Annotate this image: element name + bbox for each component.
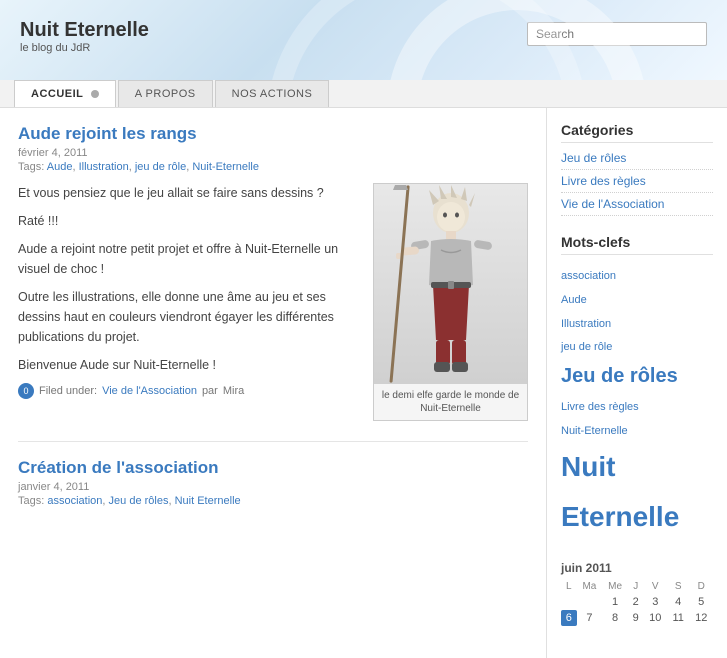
cal-header-v: V [644, 579, 668, 594]
nav-tab-accueil-label: ACCUEIL [31, 88, 83, 100]
post-1-para-2: Raté !!! [18, 211, 359, 231]
nav-tab-nosactions[interactable]: NOS ACTIONS [215, 80, 330, 107]
tag-cloud-jeu-de-role[interactable]: jeu de rôle [561, 341, 612, 353]
post-2-date: janvier 4, 2011 [18, 481, 528, 493]
tag-nuit-eternelle[interactable]: Nuit-Eternelle [192, 161, 259, 173]
post-2-tags: Tags: association, Jeu de rôles, Nuit Et… [18, 495, 528, 507]
cal-cell-4: 4 [667, 594, 689, 610]
cal-header-me: Me [602, 579, 628, 594]
post-1-content: Et vous pensiez que le jeu allait se fai… [18, 183, 528, 421]
tags-cloud: association Aude Illustration jeu de rôl… [561, 263, 713, 543]
post-divider [18, 441, 528, 442]
post-2: Création de l'association janvier 4, 201… [18, 458, 528, 507]
search-input[interactable] [527, 22, 707, 46]
cal-cell-3: 3 [644, 594, 668, 610]
cal-header-s: S [667, 579, 689, 594]
site-title: Nuit Eternelle [20, 18, 149, 42]
tag2-nuit[interactable]: Nuit Eternelle [175, 495, 241, 507]
categories-title: Catégories [561, 122, 713, 143]
post-1-para-5: Bienvenue Aude sur Nuit-Eternelle ! [18, 355, 359, 375]
calendar-month: juin 2011 [561, 561, 713, 579]
site-branding: Nuit Eternelle le blog du JdR [20, 18, 149, 54]
category-vie-association[interactable]: Vie de l'Association [561, 197, 713, 216]
nav-tab-accueil[interactable]: ACCUEIL [14, 80, 116, 107]
sidebar-tags: Mots-clefs association Aude Illustration… [561, 234, 713, 543]
filed-category[interactable]: Vie de l'Association [102, 385, 197, 397]
tag-cloud-illustration[interactable]: Illustration [561, 318, 611, 330]
post-1-image-caption: le demi elfe garde le monde de Nuit-Eter… [374, 384, 527, 420]
post-1-filed-under: 0 Filed under: Vie de l'Association par … [18, 383, 359, 399]
post-1-text: Et vous pensiez que le jeu allait se fai… [18, 183, 359, 421]
tag-illustration[interactable]: Illustration [79, 161, 129, 173]
cal-header-ma: Ma [577, 579, 603, 594]
post-1-para-1: Et vous pensiez que le jeu allait se fai… [18, 183, 359, 203]
tag-cloud-association[interactable]: association [561, 270, 616, 282]
filed-under-label: Filed under: [39, 385, 97, 397]
calendar-table: juin 2011 L Ma Me J V S D [561, 561, 713, 626]
cal-cell-2: 2 [628, 594, 644, 610]
post-2-title[interactable]: Création de l'association [18, 458, 528, 478]
post-1-tags: Tags: Aude, Illustration, jeu de rôle, N… [18, 161, 528, 173]
cal-cell-11: 11 [667, 610, 689, 626]
post-1-image [374, 184, 527, 384]
nav-tab-apropos-label: A PROPOS [135, 88, 196, 100]
filed-by-label: par [202, 385, 218, 397]
tag-cloud-nuit-eternelle-small[interactable]: Nuit-Eternelle [561, 425, 628, 437]
nav-tab-indicator [91, 90, 99, 98]
post-1-para-4: Outre les illustrations, elle donne une … [18, 287, 359, 347]
tag2-jeu[interactable]: Jeu de rôles [109, 495, 169, 507]
cal-header-d: D [689, 579, 713, 594]
content-area: Aude rejoint les rangs février 4, 2011 T… [0, 108, 727, 658]
tag2-association[interactable]: association [47, 495, 102, 507]
sidebar-categories: Catégories Jeu de rôles Livre des règles… [561, 122, 713, 216]
site-subtitle: le blog du JdR [20, 42, 149, 54]
cal-cell-empty1 [561, 594, 577, 610]
category-livre-des-regles[interactable]: Livre des règles [561, 174, 713, 193]
post-1: Aude rejoint les rangs février 4, 2011 T… [18, 124, 528, 421]
character-svg [381, 185, 521, 383]
cal-cell-empty2 [577, 594, 603, 610]
tag-aude[interactable]: Aude [47, 161, 73, 173]
post-1-date: février 4, 2011 [18, 147, 528, 159]
sidebar: Catégories Jeu de rôles Livre des règles… [547, 108, 727, 658]
sidebar-calendar: juin 2011 L Ma Me J V S D [561, 561, 713, 626]
tag-cloud-aude[interactable]: Aude [561, 294, 587, 306]
cal-header-j: J [628, 579, 644, 594]
filed-icon: 0 [18, 383, 34, 399]
post-1-title[interactable]: Aude rejoint les rangs [18, 124, 528, 144]
tag-cloud-jeu-de-roles[interactable]: Jeu de rôles [561, 365, 678, 387]
tag-jeu-de-role[interactable]: jeu de rôle [135, 161, 186, 173]
main-content: Aude rejoint les rangs février 4, 2011 T… [0, 108, 547, 658]
tag-cloud-nuit-eternelle-large[interactable]: NuitEternelle [561, 451, 679, 532]
main-nav: ACCUEIL A PROPOS NOS ACTIONS [0, 80, 727, 108]
site-header: Nuit Eternelle le blog du JdR [0, 0, 727, 80]
filed-by: Mira [223, 385, 244, 397]
cal-cell-9: 9 [628, 610, 644, 626]
cal-cell-6-today: 6 [561, 610, 577, 626]
tags-title: Mots-clefs [561, 234, 713, 255]
cal-cell-12: 12 [689, 610, 713, 626]
cal-row-2: 6 7 8 9 10 11 12 [561, 610, 713, 626]
post-1-body: Et vous pensiez que le jeu allait se fai… [18, 183, 359, 375]
category-jeu-de-roles[interactable]: Jeu de rôles [561, 151, 713, 170]
cal-row-1: 1 2 3 4 5 [561, 594, 713, 610]
nav-tab-apropos[interactable]: A PROPOS [118, 80, 213, 107]
post-1-image-container: le demi elfe garde le monde de Nuit-Eter… [373, 183, 528, 421]
cal-cell-10: 10 [644, 610, 668, 626]
cal-cell-1: 1 [602, 594, 628, 610]
post-1-para-3: Aude a rejoint notre petit projet et off… [18, 239, 359, 279]
cal-header-l: L [561, 579, 577, 594]
tag-cloud-livre-des-regles[interactable]: Livre des règles [561, 401, 639, 413]
cal-cell-7: 7 [577, 610, 603, 626]
nav-tab-nosactions-label: NOS ACTIONS [232, 88, 313, 100]
cal-cell-5: 5 [689, 594, 713, 610]
cal-cell-8: 8 [602, 610, 628, 626]
